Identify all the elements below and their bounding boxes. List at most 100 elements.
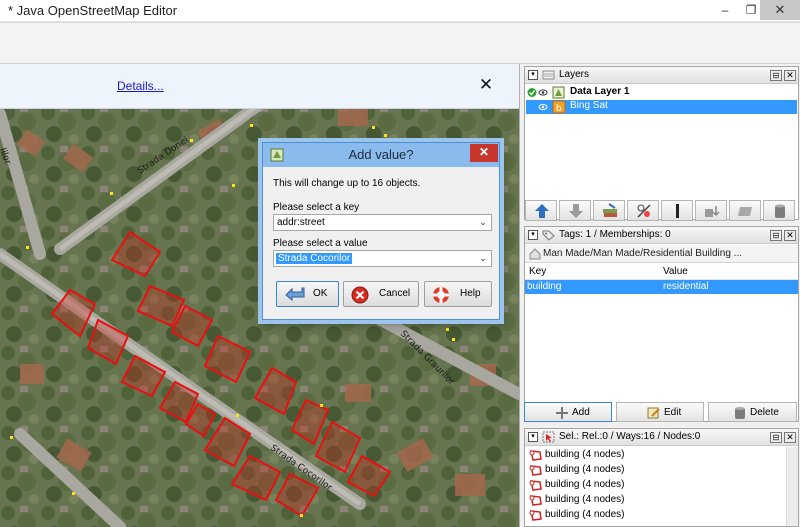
way-icon [529, 495, 542, 506]
help-button[interactable]: Help [424, 281, 492, 307]
layer-info-button[interactable] [729, 200, 761, 221]
house-icon [529, 248, 541, 260]
tag-key-cell[interactable]: building [527, 281, 561, 292]
dialog-titlebar[interactable]: Add value? ✕ [263, 143, 499, 167]
collapse-toggle[interactable]: ▾ [528, 70, 538, 80]
pin-icon[interactable]: ⊟ [770, 70, 782, 81]
list-item-label: building (4 nodes) [545, 494, 625, 505]
layer-item-data-layer[interactable]: Data Layer 1 [526, 86, 797, 99]
layers-icon [542, 70, 555, 80]
selection-scrollbar[interactable] [786, 447, 798, 526]
edit-icon [647, 407, 660, 419]
list-item-label: building (4 nodes) [545, 479, 625, 490]
add-label: Add [572, 407, 590, 418]
preset-name: Man Made/Man Made/Residential Building .… [543, 248, 742, 259]
tags-panel: ▾ Tags: 1 / Memberships: 0 ⊟ ✕ Man Made/… [524, 226, 799, 422]
tag-icon [542, 230, 555, 241]
selection-panel: ▾ Sel.: Rel.:0 / Ways:16 / Nodes:0 ⊟ ✕ b… [524, 428, 799, 527]
details-link[interactable]: Details... [117, 79, 164, 93]
layer-status-icons: b [538, 100, 566, 114]
arrow-down-icon [569, 204, 583, 218]
tags-toolbar: Add Edit Delete [523, 402, 798, 424]
tags-table-header: Key Value [525, 264, 798, 280]
add-value-dialog: Add value? ✕ This will change up to 16 o… [262, 142, 500, 320]
list-item[interactable]: building (4 nodes) [528, 493, 788, 508]
tags-panel-header[interactable]: ▾ Tags: 1 / Memberships: 0 ⊟ ✕ [525, 227, 798, 244]
trash-icon [775, 204, 785, 218]
pin-icon[interactable]: ⊟ [770, 432, 782, 443]
layer-item-bing-sat[interactable]: b Bing Sat [526, 100, 797, 114]
list-item-label: building (4 nodes) [545, 464, 625, 475]
right-sidebar: ▾ Layers ⊟ ✕ Data Layer 1 b Bing Sat ▾ T… [519, 64, 800, 527]
delete-tag-button[interactable]: Delete [708, 402, 797, 422]
help-button-label: Help [460, 288, 481, 299]
tag-value-cell[interactable]: residential [663, 281, 709, 292]
layers-panel: ▾ Layers ⊟ ✕ Data Layer 1 b Bing Sat [524, 66, 799, 220]
layer-separator-button[interactable] [661, 200, 693, 221]
dialog-message: This will change up to 16 objects. [273, 178, 421, 189]
layer-visibility-button[interactable] [627, 200, 659, 221]
plus-icon [556, 407, 568, 419]
list-item[interactable]: building (4 nodes) [528, 478, 788, 493]
pin-icon[interactable]: ⊟ [770, 230, 782, 241]
value-combobox[interactable]: Strada Cocorilor ⌄ [273, 250, 492, 267]
trash-icon [735, 407, 745, 419]
merge-layers-button[interactable] [593, 200, 625, 221]
value-combobox-value[interactable]: Strada Cocorilor [276, 253, 353, 264]
collapse-toggle[interactable]: ▾ [528, 230, 538, 240]
duplicate-icon [705, 206, 720, 217]
bar-icon [676, 204, 679, 218]
delete-layer-button[interactable] [763, 200, 795, 221]
cancel-button-label: Cancel [379, 288, 411, 299]
cancel-button[interactable]: Cancel [343, 281, 419, 307]
window-titlebar: * Java OpenStreetMap Editor – ❐ ✕ [0, 0, 800, 22]
close-icon[interactable]: ✕ [784, 230, 796, 241]
list-item[interactable]: building (4 nodes) [528, 463, 788, 478]
column-header-key[interactable]: Key [529, 266, 546, 277]
dialog-close-button[interactable]: ✕ [470, 144, 498, 162]
svg-text:b: b [556, 104, 562, 114]
notification-close-button[interactable]: ✕ [477, 76, 495, 94]
key-combobox[interactable]: addr:street ⌄ [273, 214, 492, 231]
arrow-up-icon [535, 204, 549, 218]
way-icon [529, 510, 542, 521]
edit-tag-button[interactable]: Edit [616, 402, 704, 422]
minimize-button[interactable]: – [712, 0, 738, 20]
layer-status-icons [527, 86, 565, 99]
merge-icon [603, 203, 617, 217]
way-icon [529, 450, 542, 461]
window-close-button[interactable]: ✕ [760, 0, 800, 20]
delete-label: Delete [750, 407, 779, 418]
column-header-value[interactable]: Value [663, 266, 688, 277]
table-row[interactable]: building residential [525, 280, 798, 294]
selection-panel-header[interactable]: ▾ Sel.: Rel.:0 / Ways:16 / Nodes:0 ⊟ ✕ [525, 429, 798, 446]
chevron-down-icon[interactable]: ⌄ [477, 215, 489, 230]
layers-panel-header[interactable]: ▾ Layers ⊟ ✕ [525, 67, 798, 84]
lifebuoy-icon [433, 287, 449, 303]
list-item[interactable]: building (4 nodes) [528, 508, 788, 523]
selection-panel-title: Sel.: Rel.:0 / Ways:16 / Nodes:0 [559, 431, 701, 442]
way-icon [529, 480, 542, 491]
chevron-down-icon[interactable]: ⌄ [477, 251, 489, 266]
add-tag-button[interactable]: Add [524, 402, 612, 422]
selection-icon [542, 431, 555, 443]
notification-bar: Details... ✕ [0, 64, 519, 109]
ok-button-label: OK [313, 288, 328, 299]
move-down-button[interactable] [559, 200, 591, 221]
close-icon[interactable]: ✕ [784, 70, 796, 81]
duplicate-layer-button[interactable] [695, 200, 727, 221]
edit-label: Edit [664, 407, 682, 418]
list-item-label: building (4 nodes) [545, 509, 625, 520]
move-up-button[interactable] [525, 200, 557, 221]
preset-link[interactable]: Man Made/Man Made/Residential Building .… [525, 245, 798, 263]
collapse-toggle[interactable]: ▾ [528, 432, 538, 442]
key-combobox-value: addr:street [277, 217, 325, 228]
tags-panel-title: Tags: 1 / Memberships: 0 [559, 229, 671, 240]
list-item[interactable]: building (4 nodes) [528, 448, 788, 463]
ok-button[interactable]: OK [276, 281, 339, 307]
layer-label: Bing Sat [570, 100, 608, 111]
dialog-body: This will change up to 16 objects. Pleas… [263, 167, 499, 319]
layer-icon [738, 207, 752, 216]
close-icon[interactable]: ✕ [784, 432, 796, 443]
ok-arrow-icon [285, 287, 305, 302]
